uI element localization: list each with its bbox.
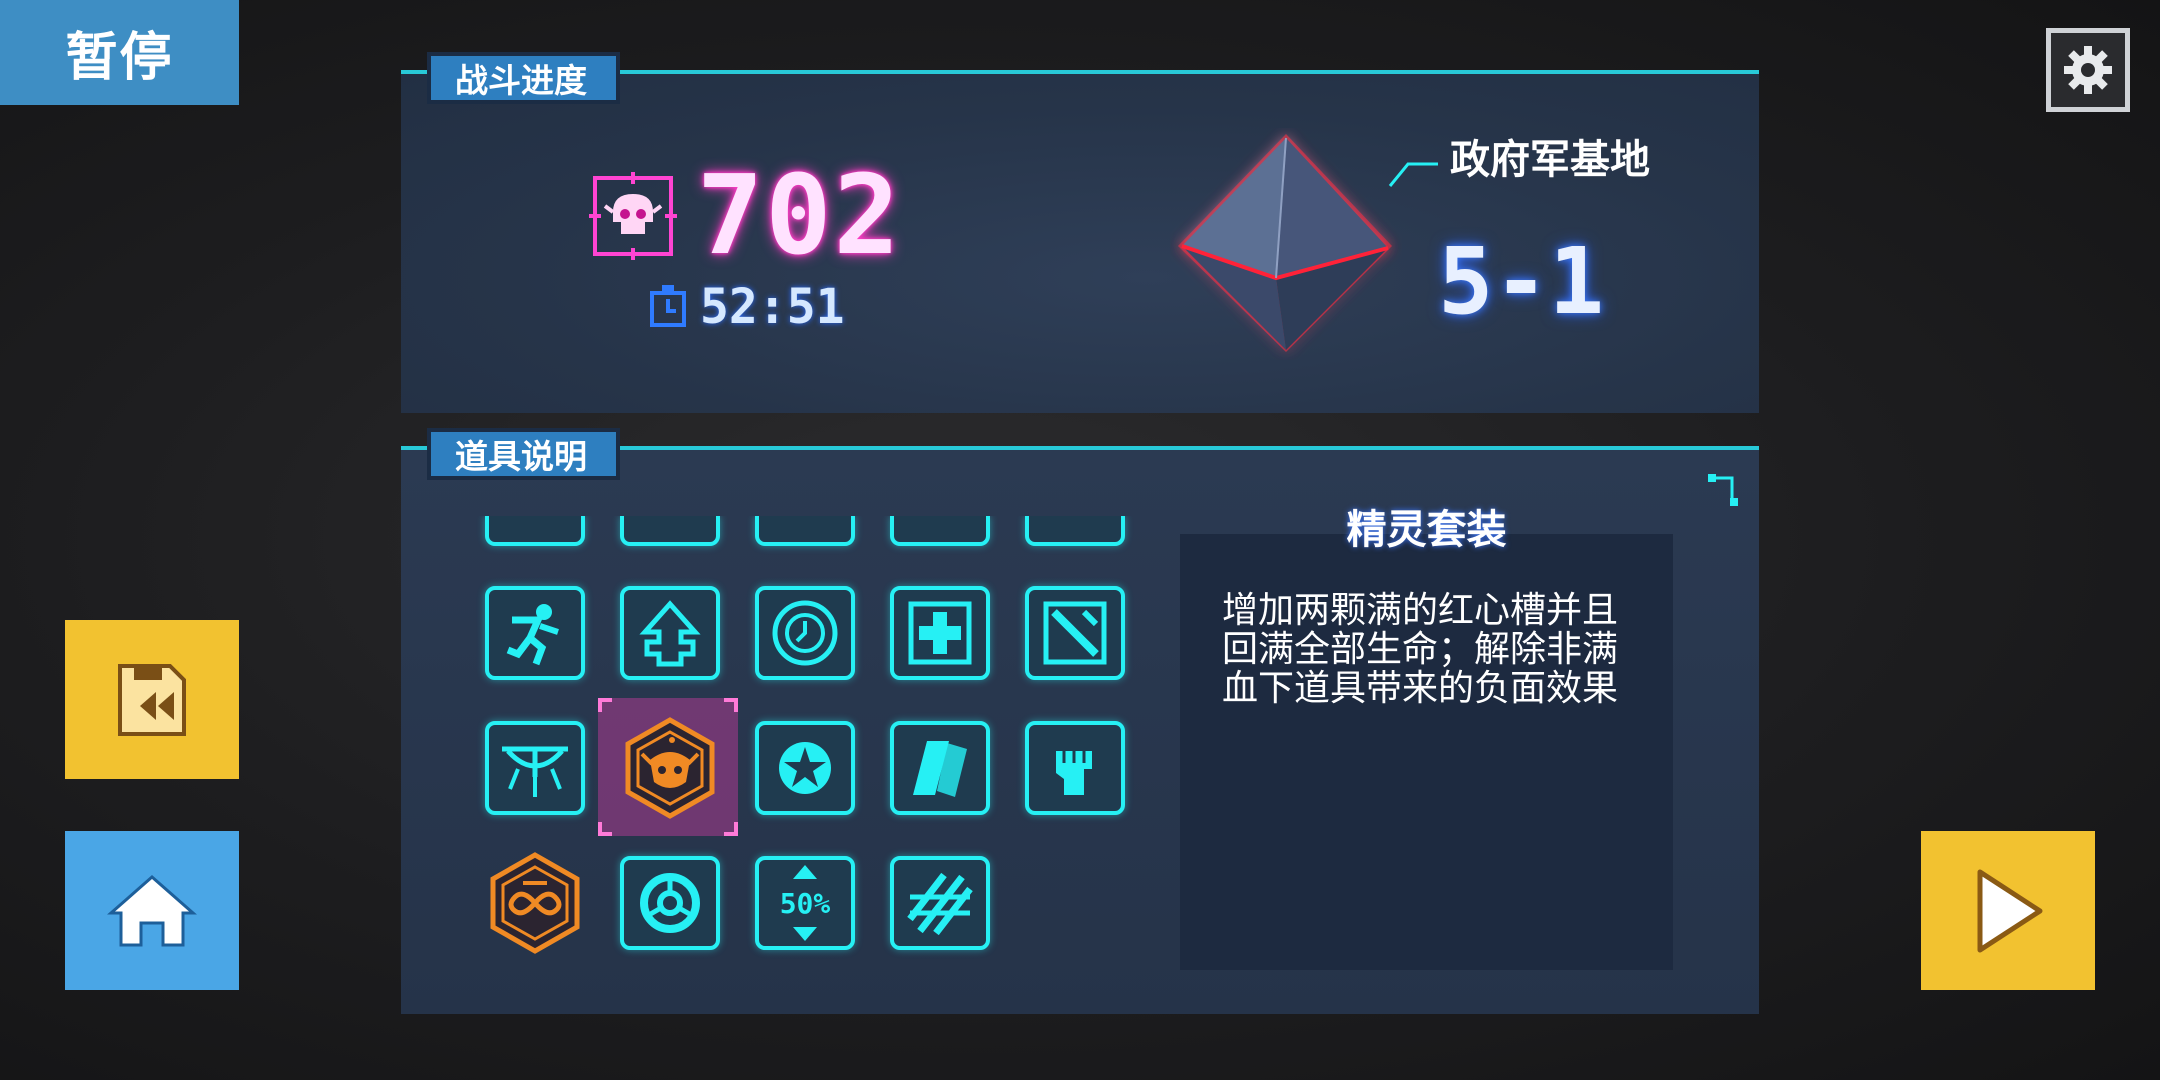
save-rewind-icon: [118, 663, 186, 736]
play-icon: [1977, 869, 2043, 952]
eye-icon: [502, 746, 568, 797]
home-button[interactable]: [65, 831, 239, 990]
stopwatch-icon: [650, 285, 686, 327]
item-slot-selected[interactable]: [620, 717, 720, 819]
kill-count: 702: [697, 151, 902, 279]
battle-progress-tab: 战斗进度: [427, 52, 620, 104]
elapsed-timer: 52:51: [700, 279, 845, 335]
item-slot[interactable]: [620, 586, 720, 680]
arrow-up-plus-icon: [639, 600, 701, 667]
item-slot[interactable]: [1025, 586, 1125, 680]
item-slot[interactable]: [620, 856, 720, 950]
settings-button[interactable]: [2046, 28, 2130, 112]
item-slot[interactable]: [890, 721, 990, 815]
item-description-tab: 道具说明: [427, 428, 620, 480]
lattice-icon: [907, 872, 973, 936]
item-title: 精灵套装: [1346, 507, 1507, 553]
sword-crate-icon: [1043, 601, 1107, 665]
item-slot-partial[interactable]: [1025, 516, 1125, 546]
pause-title: 暂停: [0, 0, 239, 105]
fist-icon: [1056, 751, 1092, 795]
location-name: 政府军基地: [1450, 137, 1650, 183]
crystal-octahedron-icon: [1178, 134, 1392, 352]
item-slot[interactable]: [485, 586, 585, 680]
expand-corner-icon[interactable]: [1706, 472, 1740, 508]
item-slot[interactable]: [890, 856, 990, 950]
star-compass-icon: [779, 742, 831, 794]
medical-plus-icon: [908, 601, 972, 665]
fifty-percent-label: 50%: [780, 887, 831, 920]
item-grid[interactable]: 50%: [470, 516, 1150, 966]
infinity-hex-icon: [490, 852, 580, 954]
continue-button[interactable]: [1921, 831, 2095, 990]
callout-line: [1388, 162, 1438, 187]
item-slot[interactable]: 50%: [755, 856, 855, 950]
item-slot[interactable]: [1025, 721, 1125, 815]
item-slot[interactable]: [890, 586, 990, 680]
ring-icon: [640, 873, 700, 933]
item-slot-partial[interactable]: [890, 516, 990, 546]
fifty-percent-icon: 50%: [780, 865, 831, 941]
cards-icon: [913, 741, 967, 797]
item-slot[interactable]: [755, 721, 855, 815]
item-slot-partial[interactable]: [485, 516, 585, 546]
home-icon: [107, 874, 197, 946]
save-rewind-button[interactable]: [65, 620, 239, 779]
running-man-icon: [506, 604, 559, 666]
item-slot[interactable]: [755, 586, 855, 680]
elf-face-icon: [625, 717, 715, 819]
item-slot-partial[interactable]: [620, 516, 720, 546]
item-description-text: 增加两颗满的红心槽并且回满全部生命；解除非满血下道具带来的负面效果: [1222, 590, 1619, 709]
clock-target-icon: [772, 600, 838, 666]
item-slot[interactable]: [485, 852, 585, 954]
skull-target-icon: [589, 172, 677, 260]
item-slot-partial[interactable]: [755, 516, 855, 546]
gear-icon: [2064, 46, 2112, 94]
item-slot[interactable]: [485, 721, 585, 815]
stage-number: 5-1: [1438, 228, 1605, 335]
